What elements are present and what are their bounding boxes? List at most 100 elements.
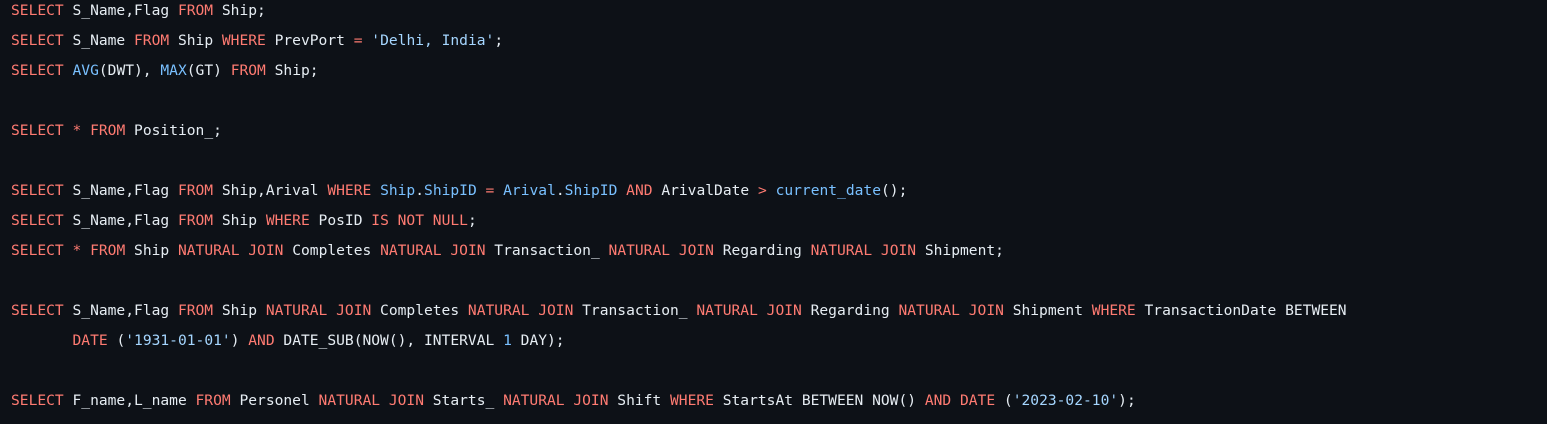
keyword-token: NATURAL JOIN <box>898 302 1004 319</box>
plain-token: Transaction_ <box>573 302 697 319</box>
keyword-token: NATURAL JOIN <box>380 242 486 259</box>
plain-token: DAY); <box>511 332 565 349</box>
keyword-token: IS NOT NULL <box>371 212 468 229</box>
code-line: SELECT S_Name,Flag FROM Ship WHERE PosID… <box>11 210 477 241</box>
code-line: SELECT S_Name FROM Ship WHERE PrevPort =… <box>11 30 503 61</box>
keyword-token: NATURAL JOIN <box>467 302 574 319</box>
keyword-token: FROM <box>177 212 214 229</box>
plain-token: F_name,L_name <box>63 392 196 409</box>
plain-token: (DWT), <box>98 62 161 79</box>
plain-token: Regarding <box>713 242 811 259</box>
keyword-token: NATURAL JOIN <box>177 242 284 259</box>
plain-token: Completes <box>283 242 381 259</box>
keyword-token: SELECT <box>11 122 64 139</box>
keyword-token: AND <box>248 332 275 349</box>
plain-token: Ship <box>125 242 178 259</box>
keyword-token: * <box>72 122 82 139</box>
identifier-token: ShipID <box>564 182 618 199</box>
keyword-token: SELECT <box>11 32 64 49</box>
plain-token: Shipment; <box>916 242 1004 259</box>
keyword-token: SELECT <box>11 302 64 319</box>
keyword-token: SELECT <box>11 182 64 199</box>
keyword-token: FROM <box>90 122 126 139</box>
keyword-token: SELECT <box>11 392 64 409</box>
plain-token: PosID <box>309 212 372 229</box>
keyword-token: FROM <box>90 242 126 259</box>
plain-token: S_Name <box>63 32 135 49</box>
plain-token: Ship <box>213 212 266 229</box>
identifier-token: Arival <box>503 182 556 199</box>
keyword-token: DATE <box>72 332 108 349</box>
plain-token: Regarding <box>801 302 899 319</box>
plain-token: S_Name,Flag <box>63 212 178 229</box>
keyword-token: FROM <box>134 32 170 49</box>
plain-token: ( <box>995 392 1013 409</box>
keyword-token: DATE <box>959 392 996 409</box>
plain-token: ) <box>230 332 249 349</box>
keyword-token: NATURAL JOIN <box>810 242 917 259</box>
keyword-token: = <box>353 32 363 49</box>
keyword-token: NATURAL JOIN <box>696 302 802 319</box>
plain-token: . <box>555 182 565 199</box>
plain-token: ArivalDate <box>652 182 758 199</box>
identifier-token: current_date <box>775 182 881 199</box>
identifier-token: Ship <box>380 182 416 199</box>
plain-token: ( <box>107 332 126 349</box>
plain-token: Ship; <box>213 2 266 19</box>
code-line: SELECT S_Name,Flag FROM Ship; <box>11 0 266 31</box>
keyword-token: FROM <box>177 182 214 199</box>
identifier-token: ShipID <box>424 182 477 199</box>
plain-token: Shipment <box>1003 302 1092 319</box>
plain-token: Shift <box>608 392 671 409</box>
code-line: SELECT S_Name,Flag FROM Ship,Arival WHER… <box>11 180 907 211</box>
plain-token: Starts_ <box>423 392 504 409</box>
keyword-token: > <box>757 182 767 199</box>
identifier-token: MAX <box>160 62 187 79</box>
code-line: SELECT AVG(DWT), MAX(GT) FROM Ship; <box>11 60 319 91</box>
keyword-token: WHERE <box>670 392 714 409</box>
plain-token: Ship,Arival <box>213 182 328 199</box>
plain-token: ); <box>1118 392 1136 409</box>
keyword-token: WHERE <box>265 212 310 229</box>
keyword-token: AND <box>626 182 653 199</box>
identifier-token: AVG <box>72 62 99 79</box>
plain-token: ; <box>467 212 477 229</box>
keyword-token: NATURAL JOIN <box>608 242 714 259</box>
plain-token: PrevPort <box>265 32 354 49</box>
plain-token: S_Name,Flag <box>63 2 178 19</box>
plain-token: Personel <box>230 392 319 409</box>
plain-token: StartsAt BETWEEN NOW() <box>713 392 925 409</box>
string-literal-token: 'Delhi, India' <box>371 32 495 49</box>
keyword-token: SELECT <box>11 242 64 259</box>
keyword-token: FROM <box>177 302 214 319</box>
plain-token: . <box>415 182 425 199</box>
plain-token: Completes <box>371 302 468 319</box>
code-line: DATE ('1931-01-01') AND DATE_SUB(NOW(), … <box>11 330 565 361</box>
keyword-token: WHERE <box>1091 302 1136 319</box>
keyword-token: WHERE <box>327 182 372 199</box>
keyword-token: FROM <box>195 392 231 409</box>
code-line: SELECT F_name,L_name FROM Personel NATUR… <box>11 390 1136 421</box>
plain-token: TransactionDate BETWEEN <box>1135 302 1347 319</box>
keyword-token: NATURAL JOIN <box>318 392 424 409</box>
plain-token: DATE_SUB(NOW(), INTERVAL <box>274 332 504 349</box>
keyword-token: SELECT <box>11 212 64 229</box>
plain-token: Ship <box>169 32 222 49</box>
code-line: SELECT * FROM Position_; <box>11 120 222 151</box>
keyword-token: NATURAL JOIN <box>265 302 372 319</box>
keyword-token: SELECT <box>11 62 64 79</box>
plain-token: Ship <box>213 302 266 319</box>
plain-token: S_Name,Flag <box>63 182 178 199</box>
